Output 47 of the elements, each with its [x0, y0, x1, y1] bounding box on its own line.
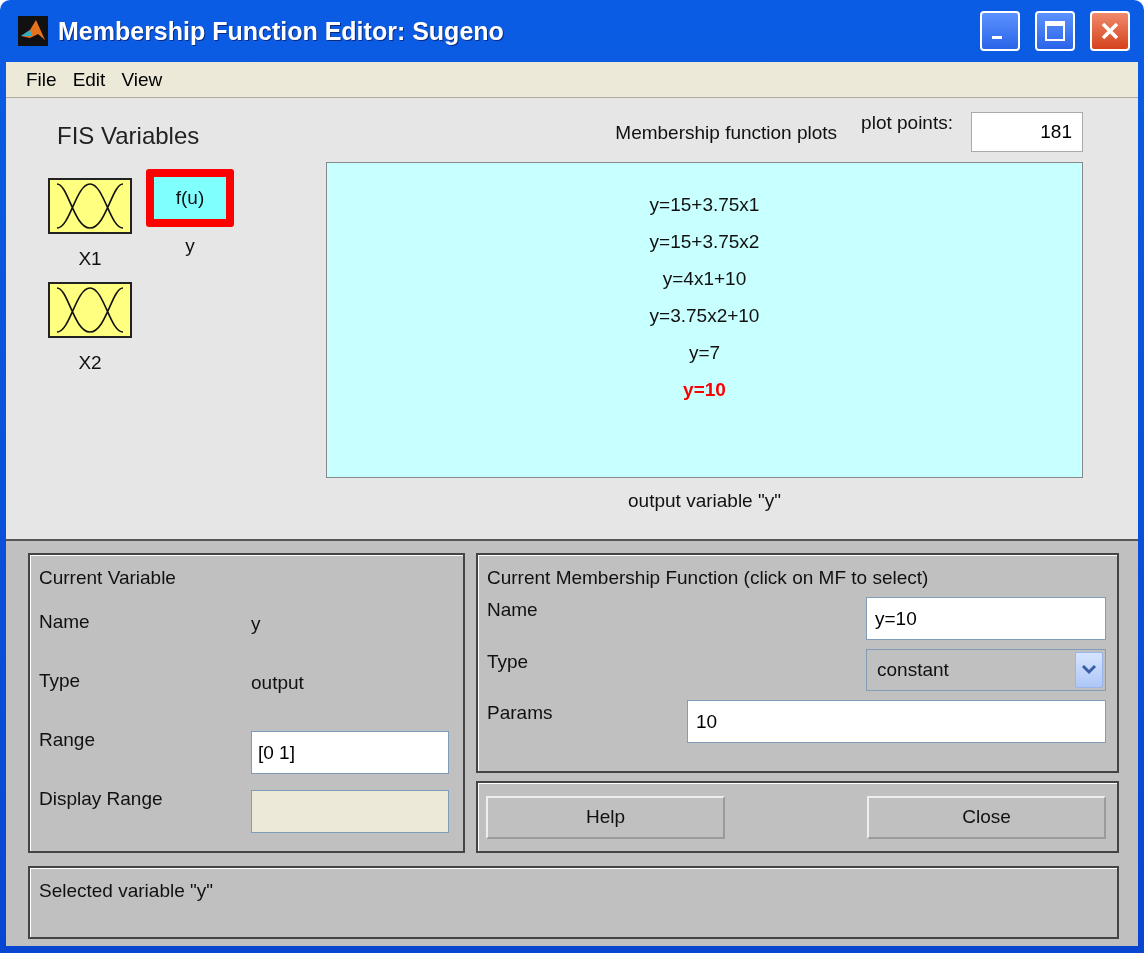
membership-function[interactable]: y=15+3.75x1 — [649, 193, 760, 217]
membership-function[interactable]: y=15+3.75x2 — [649, 230, 760, 254]
name-field[interactable]: y=10 — [866, 597, 1106, 640]
membership-function-icon[interactable] — [48, 178, 132, 234]
menu-item[interactable]: View — [113, 66, 171, 93]
dialog-button[interactable]: Help — [486, 795, 725, 839]
membership-function-icon[interactable] — [48, 282, 132, 338]
variable-label: y — [185, 235, 195, 257]
variable-label: X2 — [78, 352, 102, 374]
variable-label: X1 — [78, 248, 102, 270]
close-icon — [1099, 20, 1121, 42]
membership-function[interactable]: y=10 — [683, 378, 726, 402]
field-label: Range — [39, 728, 96, 751]
minimize-button[interactable] — [980, 11, 1020, 51]
menu-item[interactable]: File — [18, 66, 65, 93]
maximize-button[interactable] — [1035, 11, 1075, 51]
plot-points-field[interactable]: 181 — [971, 112, 1083, 152]
field-label: Name — [39, 610, 91, 633]
app-logo-icon — [18, 16, 48, 46]
panel-title: Current Membership Function (click on MF to select) — [487, 567, 929, 589]
membership-function[interactable]: y=7 — [688, 341, 721, 365]
variable-value: output — [251, 671, 304, 694]
membership-function[interactable]: y=4x1+10 — [662, 267, 747, 291]
variable-value: y — [251, 612, 261, 635]
membership-function[interactable]: y=3.75x2+10 — [649, 304, 760, 328]
field-label: Type — [39, 669, 82, 692]
field-label: Name — [487, 598, 539, 622]
dialog-button[interactable]: Close — [867, 795, 1106, 839]
menu-item[interactable]: Edit — [64, 66, 114, 93]
input-field[interactable]: [0 1] — [251, 731, 449, 774]
minimize-icon — [992, 35, 1002, 39]
section-title: FIS Variables — [57, 122, 200, 150]
close-button[interactable] — [1090, 11, 1130, 51]
panel-title: Current Variable — [39, 567, 176, 589]
chevron-down-icon — [1081, 664, 1097, 676]
plot-title: Membership function plots — [615, 122, 838, 144]
status-text: Selected variable "y" — [39, 880, 214, 901]
field-label: Display Range — [39, 787, 164, 810]
field-label: Type — [487, 650, 530, 674]
field-label: plot points: — [861, 112, 953, 134]
plot-caption: output variable "y" — [628, 490, 781, 511]
params-field[interactable]: 10 — [687, 700, 1106, 743]
type-dropdown[interactable]: constant — [866, 649, 1106, 691]
window-title: Membership Function Editor: Sugeno — [58, 16, 505, 46]
field-label: Params — [487, 701, 554, 725]
output-variable-icon[interactable]: f(u) — [146, 169, 234, 227]
maximize-icon — [1044, 20, 1066, 42]
